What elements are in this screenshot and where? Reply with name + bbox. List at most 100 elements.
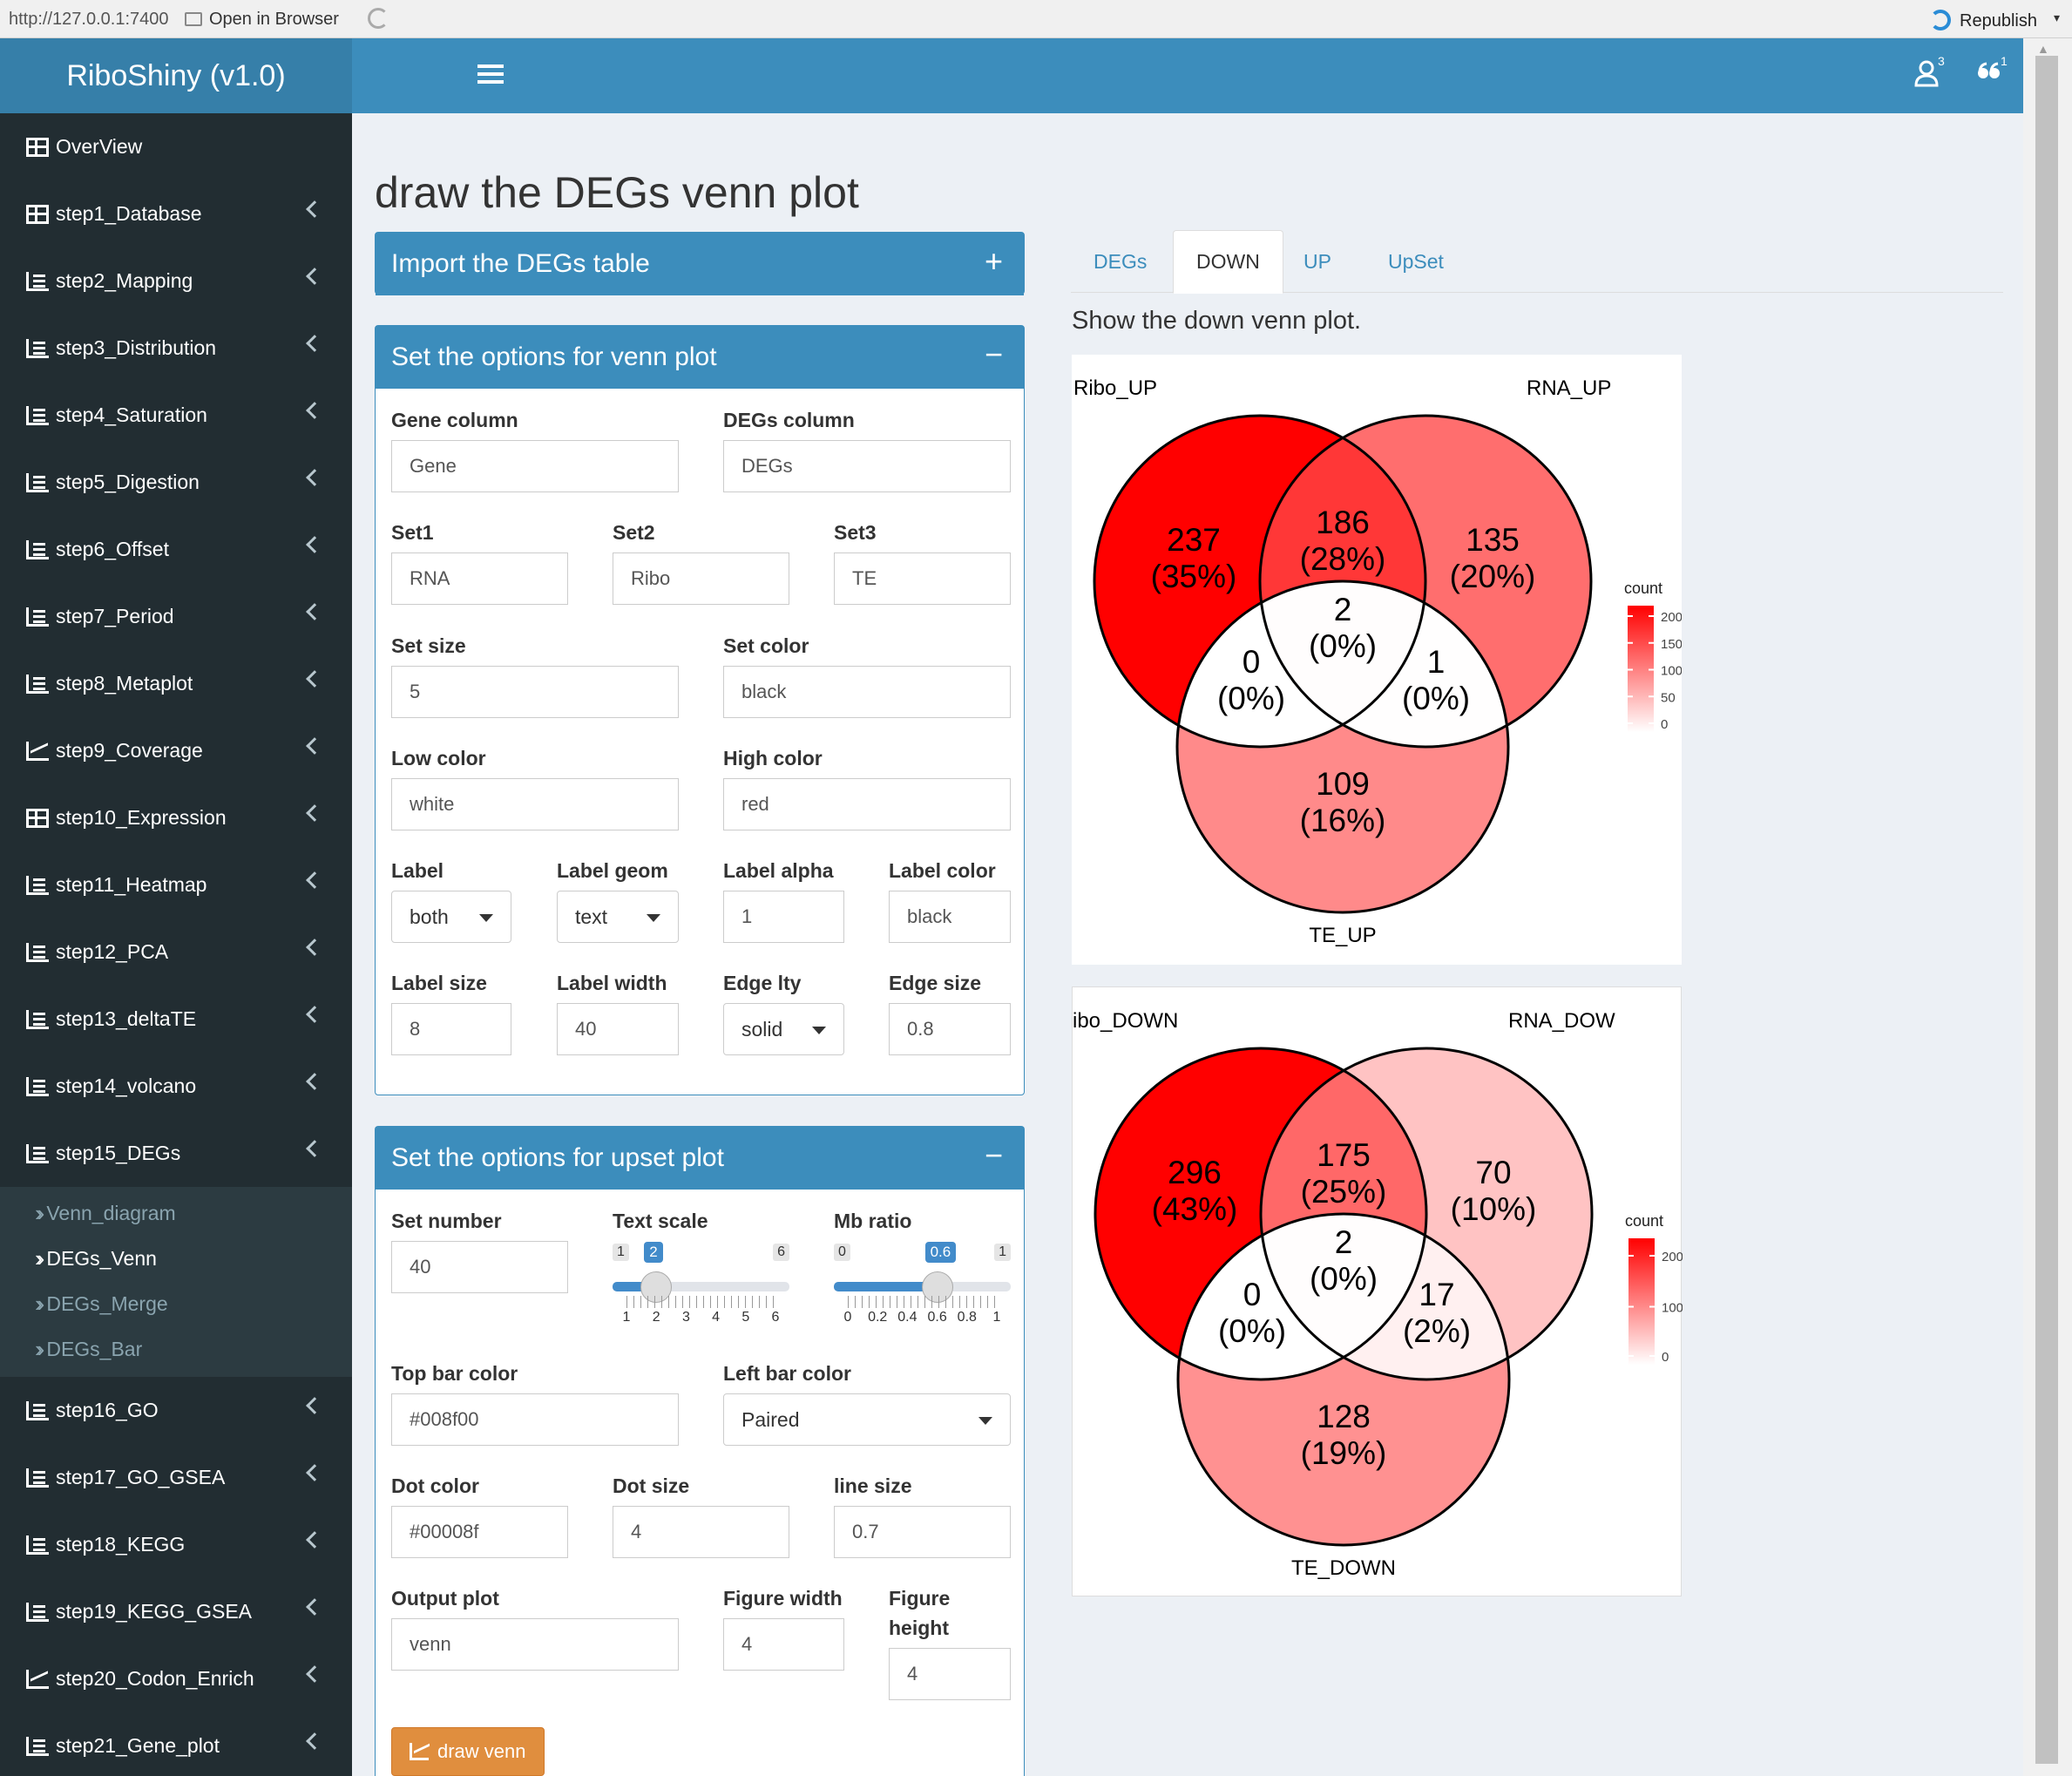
sidebar-item-step5_digestion[interactable]: step5_Digestion [0,449,352,516]
collapse-minus-icon[interactable]: − [985,336,1003,373]
line-size-input[interactable]: 0.7 [834,1506,1011,1558]
sidebar-subitem-degs_venn[interactable]: ›› DEGs_Venn [0,1236,352,1281]
venn-region-count: 2 [1335,1224,1353,1260]
label-size-input[interactable]: 8 [391,1003,511,1055]
left-bar-color-select[interactable]: Paired [723,1393,1011,1446]
sidebar-item-step18_kegg[interactable]: step18_KEGG [0,1511,352,1578]
edge-lty-select-value: solid [741,1017,783,1041]
list-icon [26,1535,49,1555]
sidebar-item-step2_mapping[interactable]: step2_Mapping [0,247,352,315]
set-number-input[interactable]: 40 [391,1241,568,1293]
url-text[interactable]: http://127.0.0.1:7400 [9,10,169,30]
scroll-up-icon[interactable]: ▲ [2037,42,2049,56]
mb-ratio-slider[interactable]: 0 1 0.6 0 0.2 0.4 0.6 0.8 1 [834,1242,1011,1339]
sidebar-item-step15_degs[interactable]: step15_DEGs [0,1120,352,1187]
quote-icon[interactable]: 1 [1976,54,2008,92]
text-scale-slider[interactable]: 162123456 [613,1242,789,1339]
sidebar-item-step16_go[interactable]: step16_GO [0,1377,352,1444]
sidebar-item-label: step10_Expression [56,806,227,829]
degs-column-input[interactable]: DEGs [723,440,1011,492]
edge-lty-select[interactable]: solid [723,1003,844,1055]
set3-input[interactable]: TE [834,552,1011,605]
sidebar-item-step1_database[interactable]: step1_Database [0,180,352,247]
sidebar-item-step12_pca[interactable]: step12_PCA [0,919,352,986]
top-bar-color-label: Top bar color [391,1362,518,1385]
list-icon [26,1009,49,1029]
sidebar-item-step10_expression[interactable]: step10_Expression [0,784,352,851]
label-geom-select-value: text [575,905,608,928]
import-degs-box-header[interactable]: Import the DEGs table + [376,233,1024,295]
sidebar-subitem-venn_diagram[interactable]: ›› Venn_diagram [0,1190,352,1236]
double-chevron-right-icon: ›› [35,1335,45,1362]
sidebar-item-label: step8_Metaplot [56,672,193,695]
set-size-input[interactable]: 5 [391,666,679,718]
sidebar-item-step11_heatmap[interactable]: step11_Heatmap [0,851,352,919]
figure-width-input[interactable]: 4 [723,1618,844,1671]
venn-options-box-header[interactable]: Set the options for venn plot − [376,326,1024,389]
sidebar-item-step3_distribution[interactable]: step3_Distribution [0,315,352,382]
tab-upset[interactable]: UpSet [1365,230,1466,293]
slider-value-label: 0.6 [924,1242,957,1263]
sidebar-item-step17_go_gsea[interactable]: step17_GO_GSEA [0,1444,352,1511]
sidebar-submenu: ›› Venn_diagram ›› DEGs_Venn ›› DEGs_Merge ›› D… [0,1187,352,1377]
sidebar-item-step9_coverage[interactable]: step9_Coverage [0,717,352,784]
open-in-browser-button[interactable]: Open in Browser [185,10,339,30]
list-icon [26,942,49,962]
gene-column-input[interactable]: Gene [391,440,679,492]
sidebar-item-step19_kegg_gsea[interactable]: step19_KEGG_GSEA [0,1578,352,1645]
sidebar-item-step8_metaplot[interactable]: step8_Metaplot [0,650,352,717]
sidebar-toggle-icon[interactable] [477,60,504,90]
set2-input[interactable]: Ribo [613,552,789,605]
app-logo-title[interactable]: RiboShiny (v1.0) [0,38,352,113]
set-color-input[interactable]: black [723,666,1011,718]
sidebar-item-step7_period[interactable]: step7_Period [0,583,352,650]
caret-down-icon[interactable]: ▾ [2054,10,2060,25]
sidebar-item-overview[interactable]: OverView [0,113,352,180]
sidebar-item-step20_codon_enrich[interactable]: step20_Codon_Enrich [0,1645,352,1712]
figure-height-input[interactable]: 4 [889,1648,1011,1700]
sidebar-item-step13_deltate[interactable]: step13_deltaTE [0,986,352,1053]
app-header: RiboShiny (v1.0) 3 1 [0,38,2023,113]
label-alpha-input[interactable]: 1 [723,891,844,943]
sidebar-item-label: step19_KEGG_GSEA [56,1600,253,1623]
republish-button[interactable]: Republish [1930,10,2037,31]
upset-options-box-header[interactable]: Set the options for upset plot − [376,1127,1024,1190]
set1-input[interactable]: RNA [391,552,568,605]
low-color-input[interactable]: white [391,778,679,830]
draw-venn-button[interactable]: draw venn [391,1727,545,1776]
sidebar-subitem-degs_bar[interactable]: ›› DEGs_Bar [0,1326,352,1372]
set3-label: Set3 [834,521,877,544]
tab-description: Show the down venn plot. [1072,307,1362,335]
user-icon[interactable]: 3 [1913,54,1945,93]
tab-down[interactable]: DOWN [1173,230,1283,294]
high-color-input[interactable]: red [723,778,1011,830]
venn-region-percent: (0%) [1310,1261,1378,1297]
expand-plus-icon[interactable]: + [985,243,1003,280]
collapse-minus-icon[interactable]: − [985,1137,1003,1174]
venn-region-percent: (0%) [1218,1313,1286,1349]
sidebar-item-step14_volcano[interactable]: step14_volcano [0,1053,352,1120]
dot-color-input[interactable]: #00008f [391,1506,568,1558]
tab-up[interactable]: UP [1281,230,1354,293]
chevron-left-icon [306,200,323,218]
label-color-input[interactable]: black [889,891,1011,943]
sidebar-item-step6_offset[interactable]: step6_Offset [0,516,352,583]
refresh-icon[interactable] [368,8,389,29]
tab-degs[interactable]: DEGs [1071,230,1169,293]
sidebar-subitem-degs_merge[interactable]: ›› DEGs_Merge [0,1281,352,1326]
dot-size-input[interactable]: 4 [613,1506,789,1558]
label-width-input[interactable]: 40 [557,1003,679,1055]
label-select[interactable]: both [391,891,511,943]
output-plot-input[interactable]: venn [391,1618,679,1671]
edge-size-input[interactable]: 0.8 [889,1003,1011,1055]
edge-size-label: Edge size [889,972,982,994]
venn-region-count: 2 [1334,592,1352,627]
sidebar: OverView step1_Database step2_Mapping step3… [0,113,352,1776]
sidebar-item-step21_gene_plot[interactable]: step21_Gene_plot [0,1712,352,1776]
label-geom-select[interactable]: text [557,891,679,943]
scrollbar-thumb[interactable] [2035,56,2058,1764]
vertical-scrollbar[interactable]: ▲ [2023,38,2072,1776]
sidebar-item-step4_saturation[interactable]: step4_Saturation [0,382,352,449]
venn-region-percent: (25%) [1301,1174,1387,1210]
top-bar-color-input[interactable]: #008f00 [391,1393,679,1446]
